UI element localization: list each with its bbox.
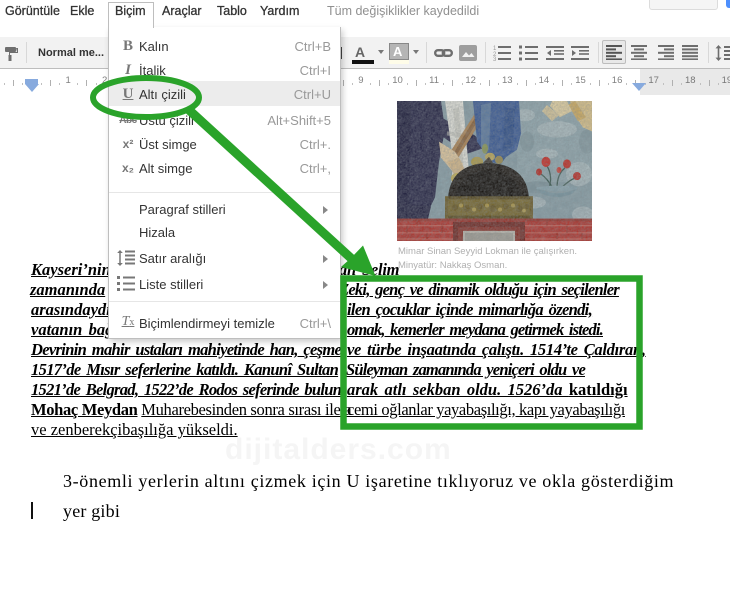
- svg-text:3: 3: [493, 57, 497, 61]
